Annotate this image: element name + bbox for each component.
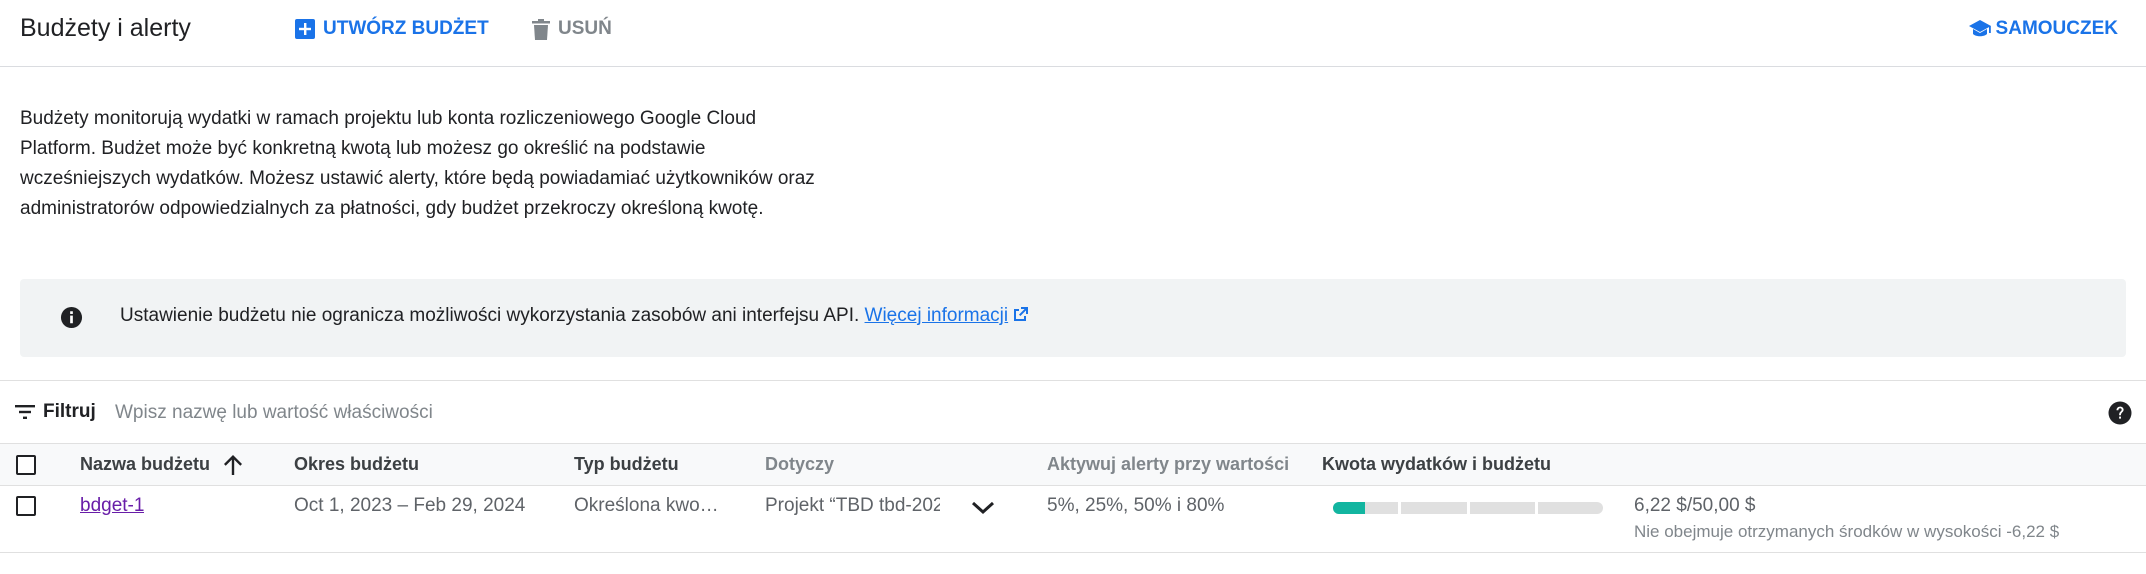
- delete-button[interactable]: USUŃ: [532, 18, 612, 40]
- info-banner-text-wrap: Ustawienie budżetu nie ogranicza możliwo…: [120, 305, 1029, 327]
- page-title: Budżety i alerty: [20, 14, 191, 42]
- school-icon: [1968, 20, 1991, 37]
- progress-segment: [1469, 502, 1535, 514]
- tutorial-label: SAMOUCZEK: [1995, 18, 2118, 39]
- column-header-name-label: Nazwa budżetu: [80, 454, 211, 474]
- applies-to-cell: Projekt “TBD tbd-202: [765, 495, 940, 516]
- external-link-icon: [1014, 307, 1029, 321]
- top-toolbar: Budżety i alerty UTWÓRZ BUDŻET USUŃ SAMO…: [0, 0, 2146, 67]
- budget-type-cell: Określona kwo…: [574, 495, 719, 516]
- select-all-checkbox[interactable]: [16, 455, 36, 475]
- table-header: Nazwa budżetu Okres budżetu Typ budżetu …: [0, 443, 2146, 486]
- column-header-period[interactable]: Okres budżetu: [294, 454, 419, 475]
- page-description: Budżety monitorują wydatki w ramach proj…: [20, 108, 815, 219]
- filter-button[interactable]: Filtruj: [15, 401, 96, 423]
- tutorial-button[interactable]: SAMOUCZEK: [1968, 18, 2118, 40]
- progress-segment: [1333, 502, 1399, 514]
- column-header-applies-to: Dotyczy: [765, 454, 835, 474]
- budget-name-link[interactable]: bdget-1: [80, 495, 144, 516]
- column-header-spend: Kwota wydatków i budżetu: [1322, 454, 1552, 474]
- filter-input[interactable]: [113, 395, 1617, 431]
- delete-label: USUŃ: [558, 18, 612, 39]
- spend-amount: 6,22 $/50,00 $: [1634, 495, 1756, 516]
- column-header-name[interactable]: Nazwa budżetu: [80, 454, 243, 475]
- info-icon: [60, 306, 83, 329]
- trash-icon: [532, 18, 550, 40]
- create-budget-button[interactable]: UTWÓRZ BUDŻET: [295, 18, 489, 40]
- progress-segment: [1401, 502, 1467, 514]
- info-banner: Ustawienie budżetu nie ogranicza możliwo…: [20, 279, 2126, 357]
- filter-label: Filtruj: [43, 401, 96, 422]
- chevron-down-icon[interactable]: [970, 498, 996, 518]
- filter-list-icon: [15, 405, 35, 419]
- table-row: bdget-1 Oct 1, 2023 – Feb 29, 2024 Okreś…: [0, 486, 2146, 553]
- filter-bar: Filtruj: [0, 380, 2146, 443]
- column-header-alerts: Aktywuj alerty przy wartości: [1047, 454, 1290, 474]
- create-budget-label: UTWÓRZ BUDŻET: [323, 18, 489, 39]
- learn-more-label: Więcej informacji: [864, 305, 1009, 326]
- add-box-icon: [295, 19, 315, 39]
- progress-segment: [1537, 502, 1603, 514]
- budget-name-cell: bdget-1: [80, 495, 144, 517]
- info-banner-text: Ustawienie budżetu nie ogranicza możliwo…: [120, 305, 860, 326]
- budget-period-cell: Oct 1, 2023 – Feb 29, 2024: [294, 495, 526, 516]
- spend-progress-bar: [1333, 502, 1603, 514]
- column-header-type[interactable]: Typ budżetu: [574, 454, 679, 475]
- help-icon[interactable]: [2108, 401, 2132, 425]
- row-checkbox[interactable]: [16, 496, 36, 516]
- alert-thresholds-cell: 5%, 25%, 50% i 80%: [1047, 495, 1225, 516]
- arrow-up-icon: [224, 454, 243, 475]
- learn-more-link[interactable]: Więcej informacji: [865, 305, 1009, 326]
- credits-note: Nie obejmuje otrzymanych środków w wysok…: [1634, 522, 2060, 541]
